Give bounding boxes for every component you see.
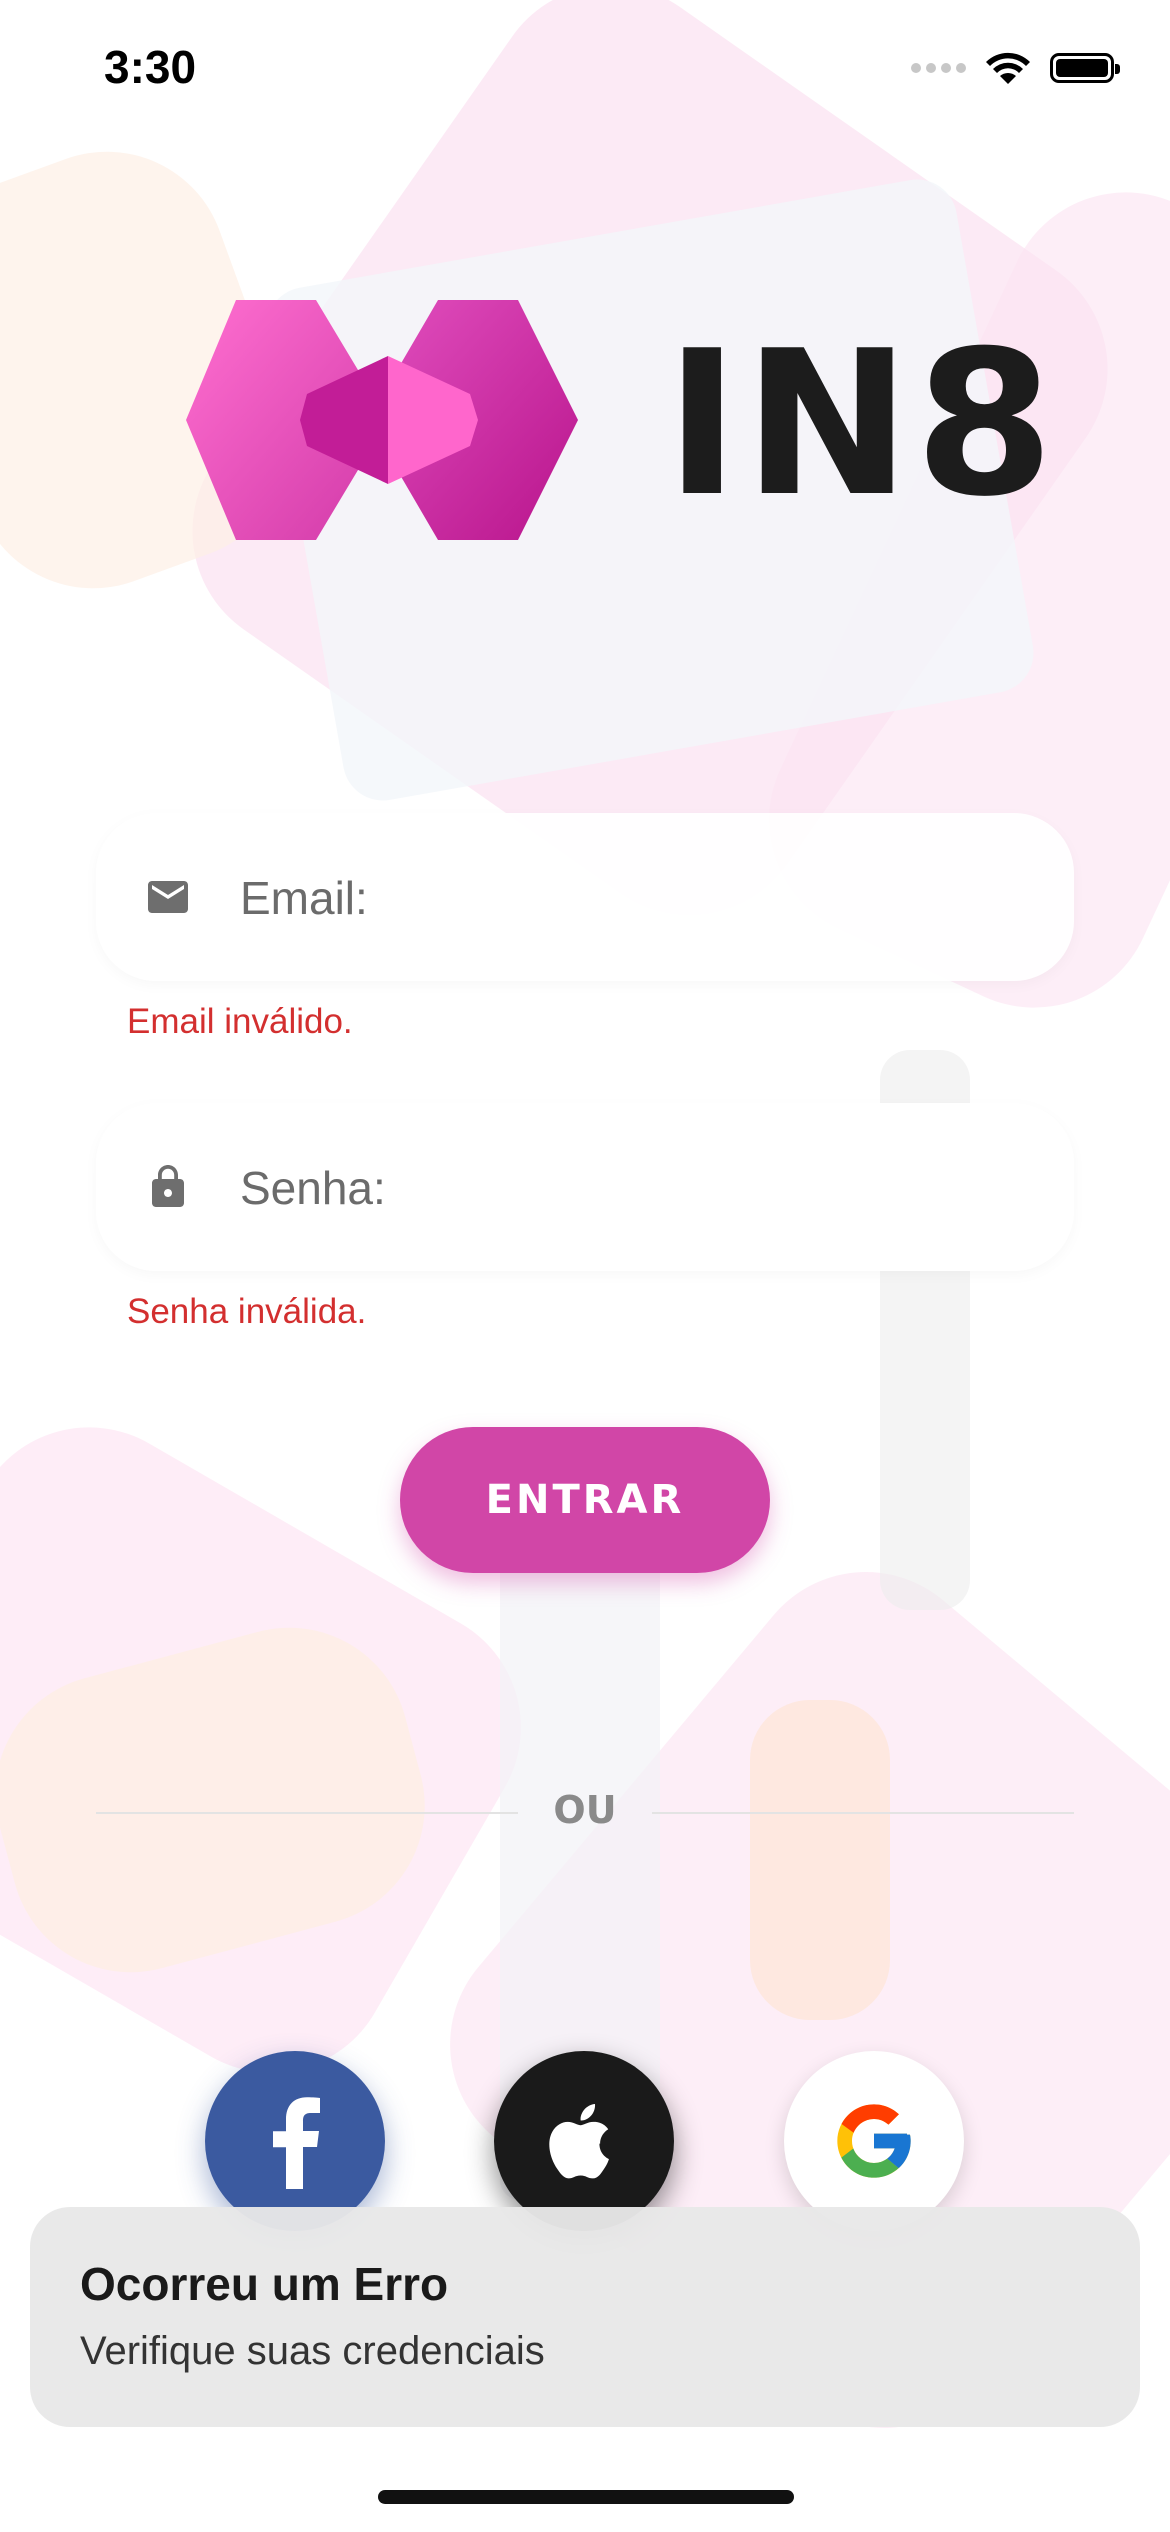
mail-icon [148, 881, 188, 913]
status-icons [911, 50, 1120, 86]
email-field-container [96, 813, 1074, 981]
wifi-icon [986, 52, 1030, 84]
separator-label: OU [553, 1788, 617, 1832]
divider-right [652, 1812, 1074, 1814]
password-error: Senha inválida. [127, 1292, 367, 1331]
facebook-login-button[interactable] [205, 2051, 385, 2231]
toast-title: Ocorreu um Erro [80, 2258, 449, 2310]
apple-login-button[interactable] [494, 2051, 674, 2231]
brand-name: IN8 [665, 308, 1058, 541]
home-indicator[interactable] [378, 2490, 794, 2504]
battery-icon [1050, 53, 1120, 83]
toast-message: Verifique suas credenciais [80, 2329, 545, 2373]
status-time: 3:30 [104, 41, 197, 93]
password-field-container [96, 1103, 1074, 1271]
google-icon [837, 2104, 911, 2178]
facebook-icon [273, 2097, 320, 2189]
email-input[interactable] [238, 853, 1022, 943]
divider-left [96, 1812, 518, 1814]
status-bar: 3:30 [0, 0, 1170, 140]
password-input[interactable] [238, 1143, 1022, 1233]
apple-icon [549, 2103, 609, 2179]
lock-icon [152, 1165, 184, 1207]
email-error: Email inválido. [127, 1002, 353, 1041]
google-login-button[interactable] [784, 2051, 964, 2231]
signal-icon [911, 63, 966, 73]
login-button[interactable]: ENTRAR [400, 1427, 770, 1573]
error-toast: Ocorreu um Erro Verifique suas credencia… [30, 2207, 1140, 2427]
